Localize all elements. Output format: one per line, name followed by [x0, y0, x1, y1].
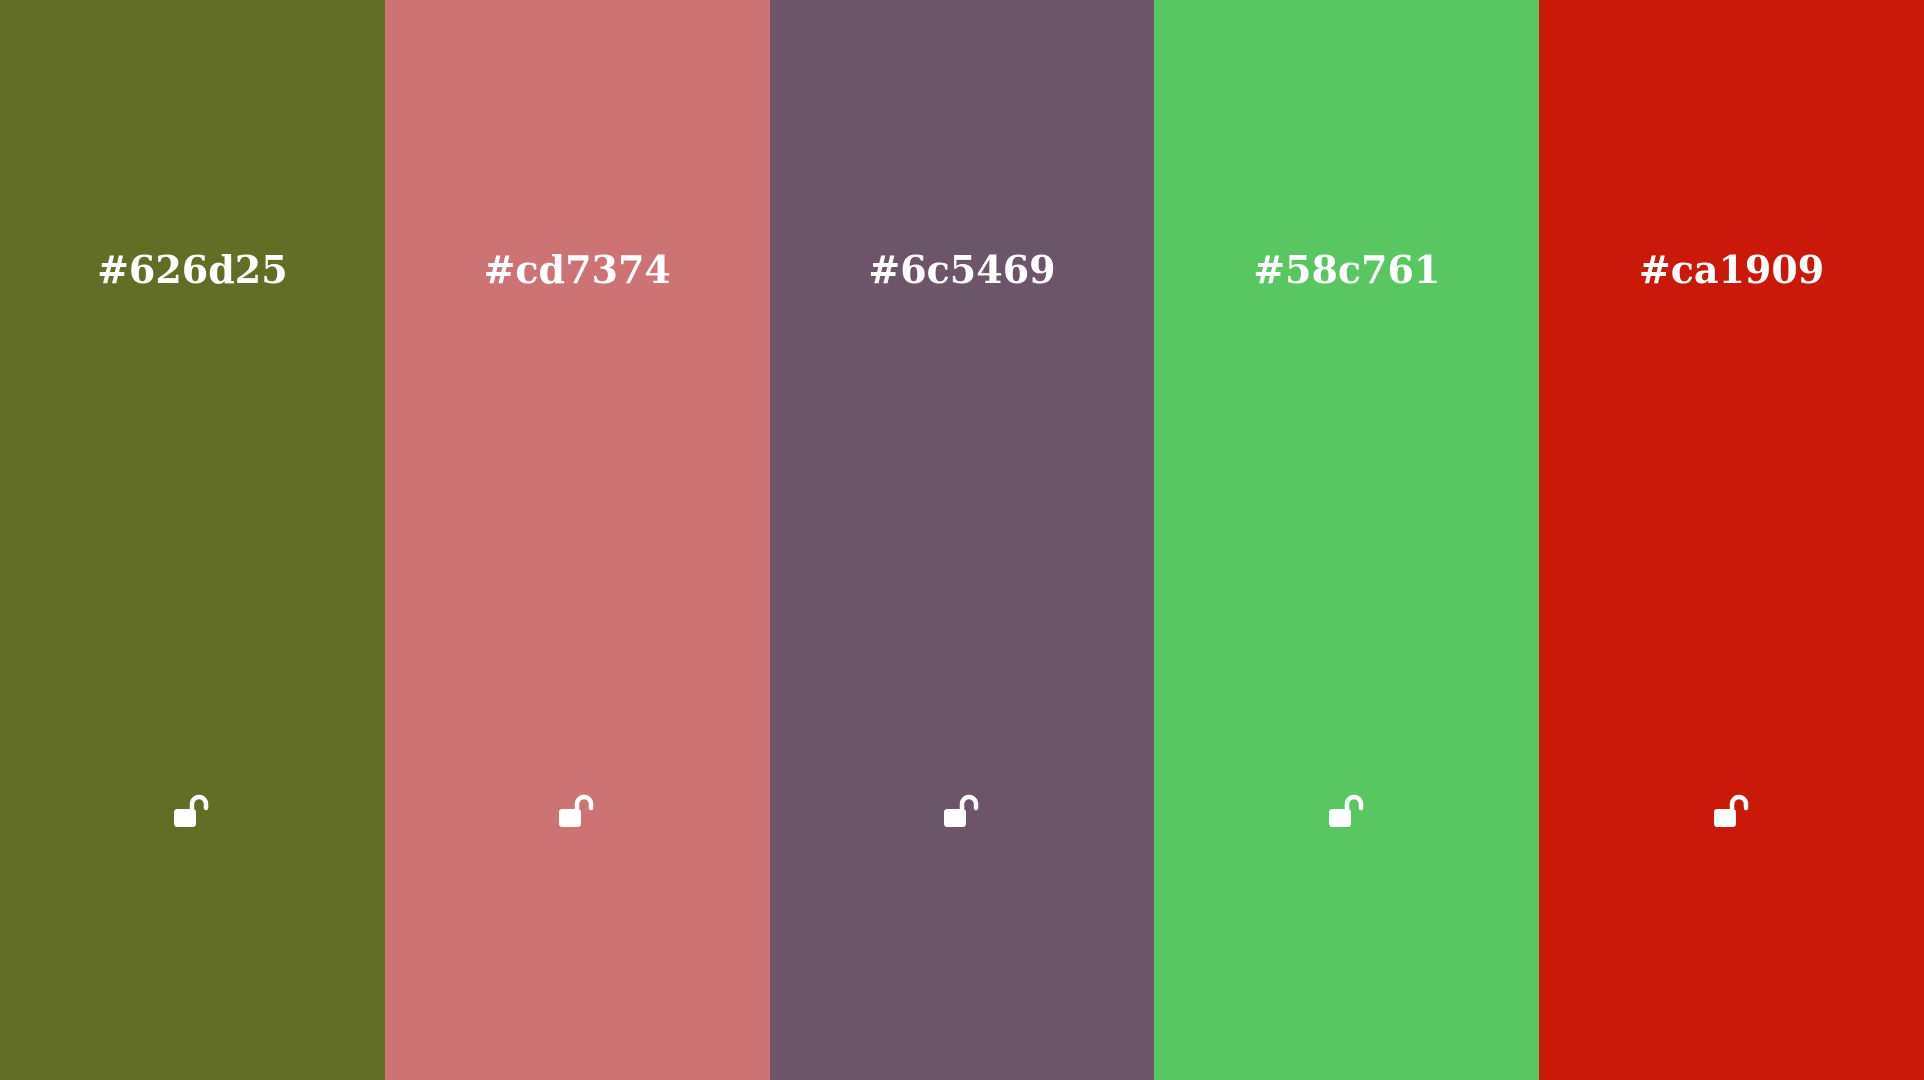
color-column-5[interactable]: #ca1909	[1539, 0, 1924, 1080]
color-column-3[interactable]: #6c5469	[769, 0, 1155, 1080]
unlocked-padlock-icon	[559, 794, 594, 827]
color-column-1[interactable]: #626d25	[0, 0, 385, 1080]
unlocked-padlock-icon	[1328, 794, 1364, 827]
hex-code-label[interactable]: #58c761	[1154, 246, 1539, 294]
hex-code-label[interactable]: #6c5469	[770, 246, 1155, 294]
hex-code-label[interactable]: #cd7374	[385, 246, 770, 294]
color-column-2[interactable]: #cd7374	[384, 0, 770, 1080]
hex-code-label[interactable]: #ca1909	[1539, 246, 1924, 294]
unlocked-padlock-icon	[943, 794, 979, 827]
unlocked-padlock-icon	[174, 794, 209, 827]
lock-toggle-button[interactable]	[553, 789, 601, 837]
hex-code-label[interactable]: #626d25	[0, 246, 385, 294]
lock-toggle-button[interactable]	[168, 789, 216, 837]
unlocked-padlock-icon	[1713, 794, 1748, 827]
color-column-4[interactable]: #58c761	[1154, 0, 1540, 1080]
lock-toggle-button[interactable]	[938, 789, 986, 837]
lock-toggle-button[interactable]	[1708, 789, 1756, 837]
lock-toggle-button[interactable]	[1323, 789, 1371, 837]
color-palette: #626d25 #cd7374 #6c5469 #58c761 #ca1909	[0, 0, 1924, 1080]
